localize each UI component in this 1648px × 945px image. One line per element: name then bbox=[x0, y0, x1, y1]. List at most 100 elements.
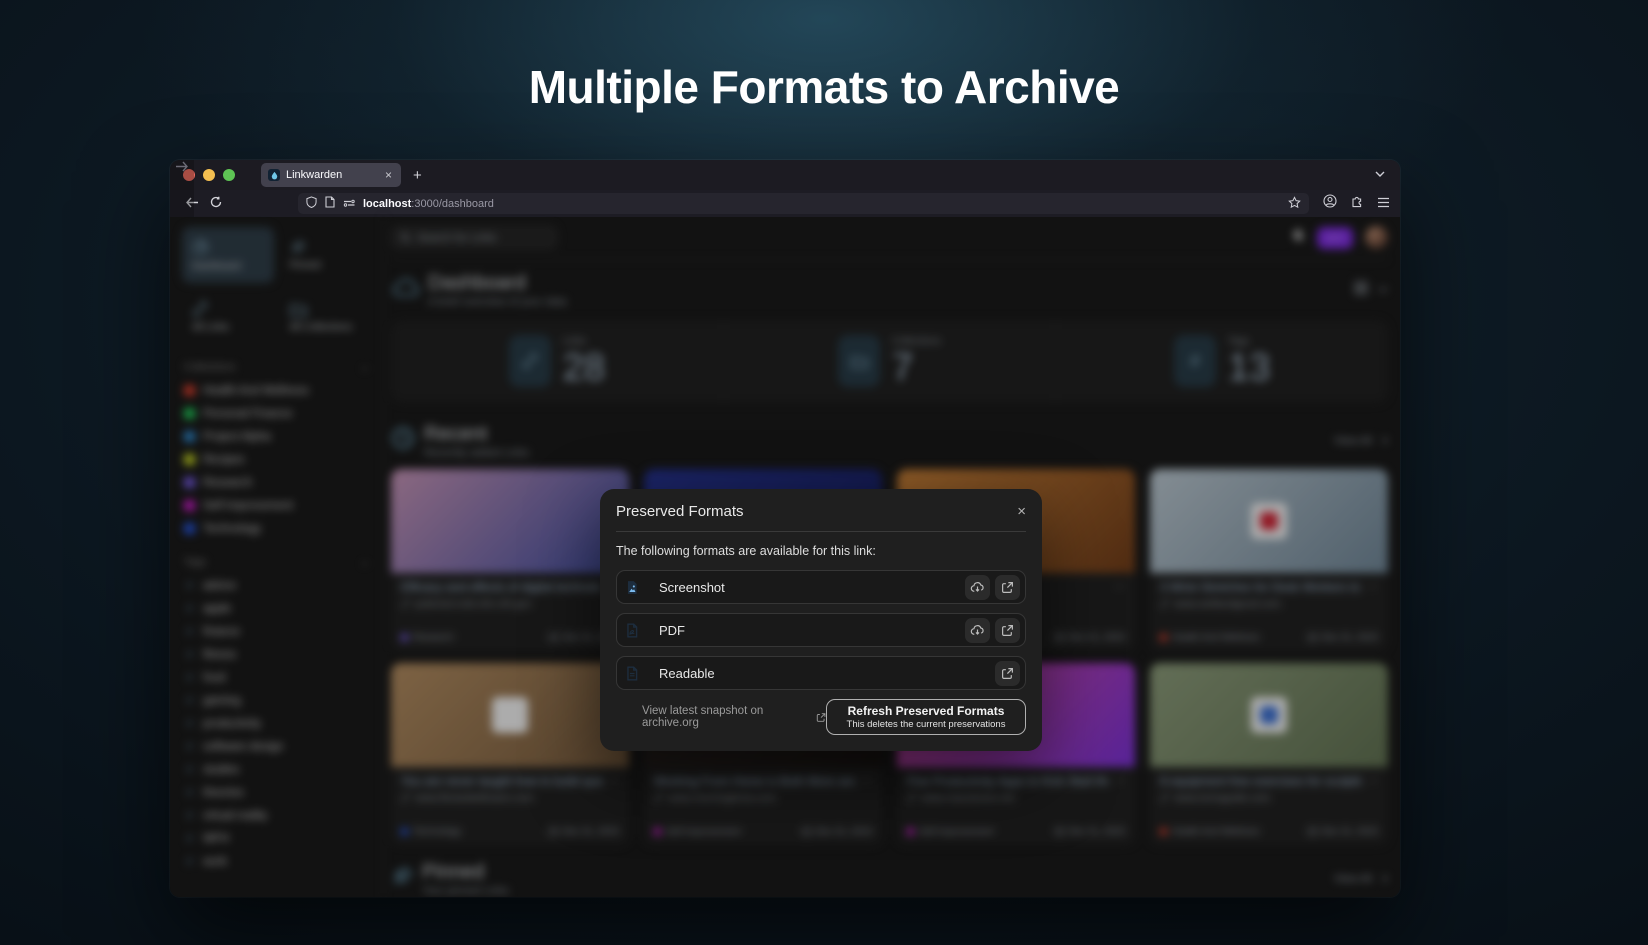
maximize-window-button[interactable] bbox=[223, 169, 235, 181]
stat-collections[interactable]: Collections 7 bbox=[723, 320, 1056, 403]
more-options-icon[interactable]: ⋯ bbox=[608, 774, 619, 787]
tab-list-chevron-icon[interactable] bbox=[1374, 169, 1386, 181]
stat-links[interactable]: Links 28 bbox=[391, 320, 723, 403]
url-path: :3000/dashboard bbox=[411, 198, 494, 210]
collapse-icon[interactable] bbox=[1378, 284, 1388, 296]
link-card-date: Dec 31, 2023 bbox=[1068, 826, 1125, 837]
close-icon[interactable]: × bbox=[1017, 504, 1026, 519]
collections-header-label: Collections bbox=[184, 361, 235, 373]
page-info-icon[interactable] bbox=[325, 195, 335, 213]
menu-icon[interactable] bbox=[1377, 196, 1390, 211]
layout-toggle-icon[interactable] bbox=[1354, 281, 1368, 298]
tag-item[interactable]: # advice bbox=[182, 574, 371, 597]
more-options-icon[interactable]: ⋯ bbox=[1367, 774, 1378, 787]
recent-header: Recent Recently added Links View All bbox=[391, 423, 1388, 459]
tag-item[interactable]: # gaming bbox=[182, 689, 371, 712]
tag-item[interactable]: # software design bbox=[182, 735, 371, 758]
sidebar-item-all-links[interactable]: All Links bbox=[182, 289, 274, 345]
link-card[interactable]: 8 equipment free exercises for sculpting… bbox=[1150, 663, 1388, 845]
link-card-date: Dec 31, 2023 bbox=[1068, 632, 1125, 643]
link-card[interactable]: Efficacy and effects of digital technolo… bbox=[391, 469, 629, 651]
create-new-button[interactable]: + bbox=[1317, 227, 1353, 249]
collection-item[interactable]: Personal Finance bbox=[182, 402, 371, 425]
tag-name: advice bbox=[203, 580, 236, 592]
link-card-url: www.florianbellmann.com bbox=[415, 792, 534, 804]
open-external-icon[interactable] bbox=[995, 661, 1020, 686]
refresh-button[interactable] bbox=[204, 196, 228, 211]
tag-item[interactable]: # WFH bbox=[182, 827, 371, 850]
download-icon[interactable] bbox=[965, 575, 990, 600]
stat-value: 7 bbox=[892, 349, 941, 387]
sidebar-item-dashboard[interactable]: Dashboard bbox=[182, 227, 274, 283]
more-options-icon[interactable]: ⋯ bbox=[1114, 580, 1125, 593]
account-icon[interactable] bbox=[1323, 194, 1337, 213]
tag-item[interactable]: # apple bbox=[182, 597, 371, 620]
refresh-preserved-formats-button[interactable]: Refresh Preserved Formats This deletes t… bbox=[826, 699, 1026, 735]
browser-tab[interactable]: Linkwarden × bbox=[261, 163, 401, 187]
download-icon[interactable] bbox=[965, 618, 990, 643]
format-row-pdf: PDF bbox=[616, 613, 1026, 647]
link-card-title: 3 Wrist Stretches for Desk Workers to Do… bbox=[1160, 580, 1361, 594]
collection-item[interactable]: Self Improvement bbox=[182, 494, 371, 517]
tag-item[interactable]: # fitness bbox=[182, 643, 371, 666]
new-tab-button[interactable]: + bbox=[413, 167, 422, 184]
tag-item[interactable]: # finance bbox=[182, 620, 371, 643]
theme-toggle-icon[interactable] bbox=[1291, 228, 1305, 247]
close-window-button[interactable] bbox=[183, 169, 195, 181]
link-card-date: Dec 31, 2023 bbox=[1321, 826, 1378, 837]
collection-item[interactable]: Technology bbox=[182, 517, 371, 540]
tag-item[interactable]: # theories bbox=[182, 781, 371, 804]
app-top-bar: Search for Links + bbox=[391, 217, 1388, 260]
link-card-title: You are never taught how to build qualit… bbox=[401, 774, 602, 788]
bookmark-star-icon[interactable] bbox=[1288, 196, 1301, 212]
tag-item[interactable]: # work bbox=[182, 850, 371, 873]
collection-item[interactable]: Health And Wellness bbox=[182, 379, 371, 402]
tag-item[interactable]: # virtual reality bbox=[182, 804, 371, 827]
archive-org-link[interactable]: View latest snapshot on archive.org bbox=[642, 705, 826, 729]
collection-name: Project Alpha bbox=[203, 431, 271, 443]
extensions-icon[interactable] bbox=[1350, 194, 1364, 213]
open-external-icon[interactable] bbox=[995, 575, 1020, 600]
link-card[interactable]: 3 Wrist Stretches for Desk Workers to Do… bbox=[1150, 469, 1388, 651]
tags-header[interactable]: Tags ⌄ bbox=[184, 556, 369, 568]
collection-item[interactable]: Project Alpha bbox=[182, 425, 371, 448]
minimize-window-button[interactable] bbox=[203, 169, 215, 181]
link-card-collection: Health And Wellness bbox=[1172, 826, 1260, 837]
connection-toggle-icon[interactable] bbox=[343, 195, 355, 213]
hash-icon: # bbox=[184, 741, 195, 753]
url-bar[interactable]: localhost:3000/dashboard bbox=[298, 193, 1309, 214]
open-external-icon[interactable] bbox=[995, 618, 1020, 643]
link-card[interactable]: You are never taught how to build qualit… bbox=[391, 663, 629, 845]
more-options-icon[interactable]: ⋯ bbox=[1367, 580, 1378, 593]
stat-tags[interactable]: # Tags 13 bbox=[1055, 320, 1388, 403]
more-options-icon[interactable]: ⋯ bbox=[1114, 774, 1125, 787]
tag-item[interactable]: # food bbox=[182, 666, 371, 689]
page-subtitle: A brief overview of your data bbox=[428, 296, 567, 308]
hash-icon: # bbox=[184, 626, 195, 638]
link-icon bbox=[509, 335, 551, 387]
modal-title: Preserved Formats bbox=[616, 503, 744, 520]
tag-item[interactable]: # studies bbox=[182, 758, 371, 781]
url-text[interactable]: localhost:3000/dashboard bbox=[363, 198, 1288, 210]
sidebar-item-pinned[interactable]: Pinned bbox=[280, 227, 372, 283]
hash-icon: # bbox=[184, 833, 195, 845]
app-viewport: Dashboard Pinned All Links All Coll bbox=[170, 217, 1400, 897]
collection-item[interactable]: Recipes bbox=[182, 448, 371, 471]
view-all-link[interactable]: View All bbox=[1334, 435, 1372, 447]
link-card-date: Dec 31, 2023 bbox=[1321, 632, 1378, 643]
avatar[interactable] bbox=[1365, 226, 1388, 249]
view-all-link[interactable]: View All bbox=[1334, 873, 1372, 885]
link-card-image bbox=[391, 663, 629, 767]
sidebar-item-label: Dashboard bbox=[192, 261, 274, 272]
shield-icon[interactable] bbox=[306, 195, 317, 213]
tag-item[interactable]: # productivity bbox=[182, 712, 371, 735]
sidebar-item-all-collections[interactable]: All Collections bbox=[280, 289, 372, 345]
tag-name: gaming bbox=[203, 695, 241, 707]
more-options-icon[interactable]: ⋯ bbox=[861, 774, 872, 787]
hash-icon: # bbox=[184, 603, 195, 615]
search-input[interactable]: Search for Links bbox=[391, 226, 557, 249]
tab-close-icon[interactable]: × bbox=[383, 168, 394, 182]
collections-header[interactable]: Collections ⌄ bbox=[184, 361, 369, 373]
collection-item[interactable]: Research bbox=[182, 471, 371, 494]
back-button[interactable] bbox=[180, 196, 204, 211]
